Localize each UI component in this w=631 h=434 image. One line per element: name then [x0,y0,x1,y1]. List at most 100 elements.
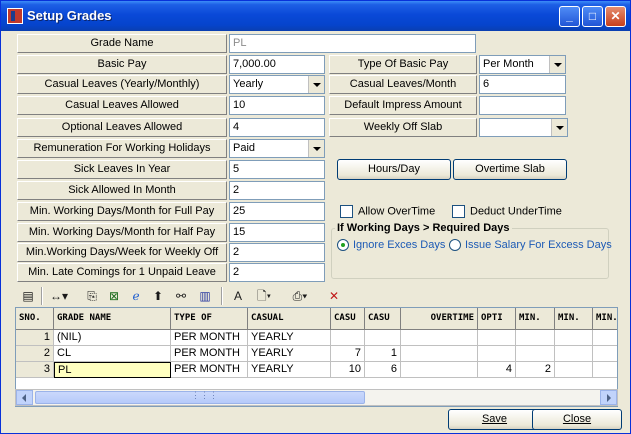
type-basic-pay-select[interactable]: Per Month [479,55,566,74]
up-arrow-icon[interactable]: ⬆ [149,287,167,305]
cell-casu-2[interactable]: 1 [365,346,401,362]
table-row[interactable]: 3 PL PER MONTH YEARLY 10 6 4 2 [16,362,617,378]
cell-overtime[interactable] [401,362,478,378]
find-icon[interactable]: ⚯ [171,287,191,305]
table-row[interactable]: 2 CL PER MONTH YEARLY 7 1 [16,346,617,362]
col-header-overtime[interactable]: OVERTIME [401,308,478,330]
grade-name-input[interactable]: PL [229,34,476,53]
cell-min-1[interactable]: 2 [516,362,555,378]
title-bar[interactable]: Setup Grades _ □ ✕ [1,1,630,31]
delete-icon[interactable]: ✕ [325,287,343,305]
casual-leaves-allowed-input[interactable]: 10 [229,96,325,115]
casual-leaves-month-input[interactable]: 6 [479,75,566,94]
cell-casu-1[interactable]: 10 [331,362,365,378]
sick-allowed-month-input[interactable]: 2 [229,181,325,200]
col-header-type[interactable]: TYPE OF [171,308,248,330]
col-header-casu-2[interactable]: CASU [365,308,401,330]
cell-min-2[interactable] [555,346,593,362]
min-days-full-pay-input[interactable]: 25 [229,202,325,221]
close-button[interactable]: Close [532,409,622,430]
min-days-weekly-off-input[interactable]: 2 [229,243,325,262]
cell-casu-1[interactable]: 7 [331,346,365,362]
cell-overtime[interactable] [401,346,478,362]
browser-icon[interactable]: ℯ [127,287,145,305]
overtime-slab-button[interactable]: Overtime Slab [453,159,567,180]
sick-leaves-year-input[interactable]: 5 [229,160,325,179]
cell-casu-2[interactable] [365,330,401,346]
default-impress-input[interactable] [479,96,566,115]
col-header-sno[interactable]: SNO. [16,308,54,330]
issue-salary-radio[interactable]: Issue Salary For Excess Days [449,239,612,252]
copy-icon[interactable]: ⎘ [83,287,101,305]
cell-casu-2[interactable]: 6 [365,362,401,378]
table-row[interactable]: 1 (NIL) PER MONTH YEARLY [16,330,617,346]
cell-min-2[interactable] [555,330,593,346]
scroll-left-button[interactable] [16,390,33,405]
cell-opti[interactable] [478,330,516,346]
cell-type[interactable]: PER MONTH [171,346,248,362]
hours-day-button[interactable]: Hours/Day [337,159,451,180]
optional-leaves-input[interactable]: 4 [229,118,325,137]
cell-grade-name[interactable]: CL [54,346,171,362]
cell-min-3[interactable] [593,330,617,346]
chevron-down-icon[interactable] [308,140,324,157]
cell-casual[interactable]: YEARLY [248,346,331,362]
column-width-icon[interactable]: ↔▾ [47,287,71,305]
cell-min-3[interactable] [593,346,617,362]
cell-type[interactable]: PER MONTH [171,330,248,346]
cell-grade-name-selected[interactable]: PL [54,362,171,378]
thumb-grip: ⋮⋮⋮ [191,390,218,400]
cell-min-1[interactable] [516,346,555,362]
layout-icon[interactable]: ▤ [19,287,37,305]
weekly-off-slab-select[interactable] [479,118,568,137]
save-button[interactable]: Save [448,409,541,430]
checkbox-box[interactable] [452,205,465,218]
cell-min-2[interactable] [555,362,593,378]
casual-leaves-type-select[interactable]: Yearly [229,75,325,94]
col-header-min-2[interactable]: MIN. [555,308,593,330]
radio-dot[interactable] [449,239,461,252]
chevron-down-icon[interactable] [308,76,324,93]
basic-pay-input[interactable]: 7,000.00 [229,55,325,74]
row-sno: 2 [16,346,54,362]
remuneration-select[interactable]: Paid [229,139,325,158]
cell-casu-1[interactable] [331,330,365,346]
min-late-comings-input[interactable]: 2 [229,263,325,282]
minimize-button[interactable]: _ [559,6,580,27]
chevron-down-icon[interactable] [551,119,567,136]
basic-pay-label: Basic Pay [17,55,227,74]
checkbox-box[interactable] [340,205,353,218]
scroll-thumb[interactable]: ⋮⋮⋮ [35,390,365,404]
print-preview-icon[interactable]: 🗋▾ [251,287,277,305]
col-header-min-1[interactable]: MIN. [516,308,555,330]
cell-overtime[interactable] [401,330,478,346]
col-header-casual[interactable]: CASUAL [248,308,331,330]
scroll-right-button[interactable] [600,390,617,405]
cell-casual[interactable]: YEARLY [248,330,331,346]
col-header-grade-name[interactable]: GRADE NAME [54,308,171,330]
col-header-opti[interactable]: OPTI [478,308,516,330]
close-window-button[interactable]: ✕ [605,6,626,27]
chart-icon[interactable]: ▥ [195,287,215,305]
horizontal-scrollbar[interactable]: ⋮⋮⋮ [15,389,618,406]
printer-icon[interactable]: ⎙▾ [287,287,313,305]
chevron-down-icon[interactable] [549,56,565,73]
ignore-excess-radio[interactable]: Ignore Exces Days [337,239,445,252]
deduct-undertime-checkbox[interactable]: Deduct UnderTime [452,205,562,218]
remuneration-label: Remuneration For Working Holidays [17,139,227,158]
cell-opti[interactable] [478,346,516,362]
maximize-button[interactable]: □ [582,6,603,27]
cell-type[interactable]: PER MONTH [171,362,248,378]
col-header-casu-1[interactable]: CASU [331,308,365,330]
cell-grade-name[interactable]: (NIL) [54,330,171,346]
col-header-min-3[interactable]: MIN. [593,308,617,330]
cell-casual[interactable]: YEARLY [248,362,331,378]
font-icon[interactable]: A [229,287,247,305]
radio-dot[interactable] [337,239,349,252]
allow-overtime-checkbox[interactable]: Allow OverTime [340,205,435,218]
cell-opti[interactable]: 4 [478,362,516,378]
cell-min-1[interactable] [516,330,555,346]
cell-min-3[interactable] [593,362,617,378]
excel-icon[interactable]: ⊠ [105,287,123,305]
min-days-half-pay-input[interactable]: 15 [229,223,325,242]
